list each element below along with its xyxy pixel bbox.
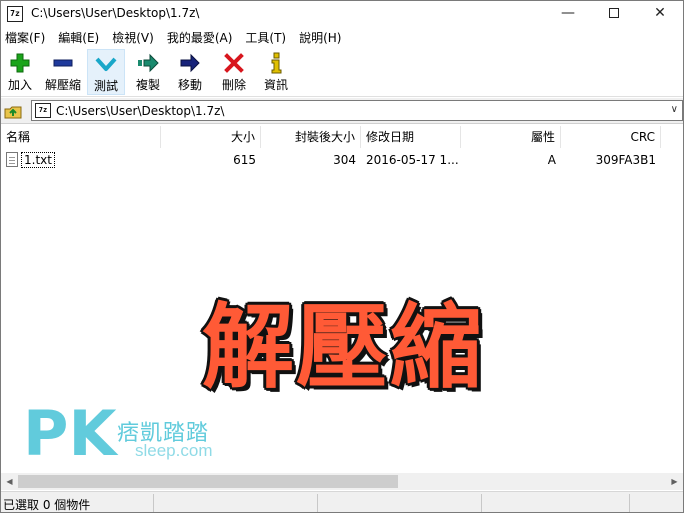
info-button[interactable]: 資訊 [259, 49, 293, 95]
scroll-left-icon[interactable]: ◀ [1, 473, 18, 490]
file-list-header: 名稱 大小 封裝後大小 修改日期 屬性 CRC [1, 126, 683, 148]
extract-label: 解壓縮 [44, 78, 81, 92]
path-combobox[interactable]: 7z C:\Users\User\Desktop\1.7z\ ∨ [31, 100, 683, 121]
watermark-logo: PK 痞凱踏踏 sleep.com [23, 401, 223, 467]
delete-button[interactable]: 刪除 [217, 49, 251, 95]
file-modified: 2016-05-17 1... [366, 153, 459, 167]
minimize-button[interactable]: — [545, 1, 591, 27]
menu-tools[interactable]: 工具(T) [245, 29, 286, 46]
text-file-icon [6, 152, 18, 167]
logo-pk: PK [23, 397, 117, 470]
move-label: 移動 [177, 78, 202, 92]
column-size[interactable]: 大小 [161, 126, 261, 148]
status-divider [153, 494, 154, 512]
folder-up-icon [4, 106, 22, 119]
status-divider [317, 494, 318, 512]
info-label: 資訊 [263, 78, 288, 92]
test-button[interactable]: 測試 [87, 49, 125, 95]
column-attributes[interactable]: 屬性 [461, 126, 561, 148]
menu-bar: 檔案(F) 編輯(E) 檢視(V) 我的最愛(A) 工具(T) 說明(H) [1, 27, 683, 47]
maximize-button[interactable] [591, 1, 637, 27]
close-button[interactable]: ✕ [637, 1, 683, 27]
menu-favorites[interactable]: 我的最愛(A) [167, 29, 233, 46]
maximize-icon [609, 8, 619, 18]
horizontal-scrollbar[interactable]: ◀ ▶ [1, 473, 683, 490]
column-crc[interactable]: CRC [561, 126, 661, 148]
add-label: 加入 [7, 78, 32, 92]
file-crc: 309FA3B1 [595, 153, 656, 167]
info-icon [271, 52, 282, 74]
copy-button[interactable]: 複製 [131, 49, 165, 95]
window-title: C:\Users\User\Desktop\1.7z\ [31, 6, 200, 20]
app-window: 7z C:\Users\User\Desktop\1.7z\ — ✕ 檔案(F)… [0, 0, 684, 513]
menu-help[interactable]: 說明(H) [299, 29, 341, 46]
status-selected: 已選取 0 個物件 [3, 498, 91, 512]
path-text: C:\Users\User\Desktop\1.7z\ [56, 104, 225, 118]
address-bar: 7z C:\Users\User\Desktop\1.7z\ ∨ [1, 98, 683, 124]
toolbar: 加入 解壓縮 測試 複製 移動 刪除 資訊 [1, 47, 683, 97]
extract-button[interactable]: 解壓縮 [41, 49, 85, 95]
title-bar: 7z C:\Users\User\Desktop\1.7z\ — ✕ [1, 1, 683, 27]
menu-edit[interactable]: 編輯(E) [58, 29, 99, 46]
test-label: 測試 [93, 79, 118, 93]
column-packed-size[interactable]: 封裝後大小 [261, 126, 361, 148]
column-modified[interactable]: 修改日期 [361, 126, 461, 148]
menu-view[interactable]: 檢視(V) [112, 29, 154, 46]
file-attributes: A [547, 153, 556, 167]
scroll-thumb[interactable] [18, 475, 398, 488]
file-row[interactable]: 1.txt 615 304 2016-05-17 1... A 309FA3B1 [1, 150, 683, 170]
overlay-title: 解壓縮 [201, 294, 484, 401]
file-name: 1.txt [21, 152, 55, 168]
status-bar: 已選取 0 個物件 [1, 491, 683, 512]
close-icon: ✕ [654, 5, 666, 21]
minimize-icon: — [561, 5, 575, 21]
column-name[interactable]: 名稱 [1, 126, 161, 148]
delete-label: 刪除 [221, 78, 246, 92]
status-divider [629, 494, 630, 512]
7zip-app-icon: 7z [7, 6, 23, 22]
delete-x-icon [224, 53, 244, 73]
copy-label: 複製 [135, 78, 160, 92]
scroll-right-icon[interactable]: ▶ [666, 473, 683, 490]
status-divider [481, 494, 482, 512]
move-button[interactable]: 移動 [173, 49, 207, 95]
logo-url: sleep.com [135, 441, 213, 460]
minus-icon [53, 59, 73, 67]
file-size: 615 [233, 153, 256, 167]
file-packed-size: 304 [333, 153, 356, 167]
add-button[interactable]: 加入 [3, 49, 37, 95]
archive-icon: 7z [35, 103, 51, 118]
plus-icon [10, 53, 30, 73]
check-chevron-icon [95, 57, 117, 71]
up-folder-button[interactable] [3, 101, 23, 121]
chevron-down-icon[interactable]: ∨ [671, 104, 678, 115]
copy-arrow-icon [138, 53, 159, 73]
move-arrow-icon [180, 53, 200, 73]
menu-file[interactable]: 檔案(F) [5, 29, 45, 46]
